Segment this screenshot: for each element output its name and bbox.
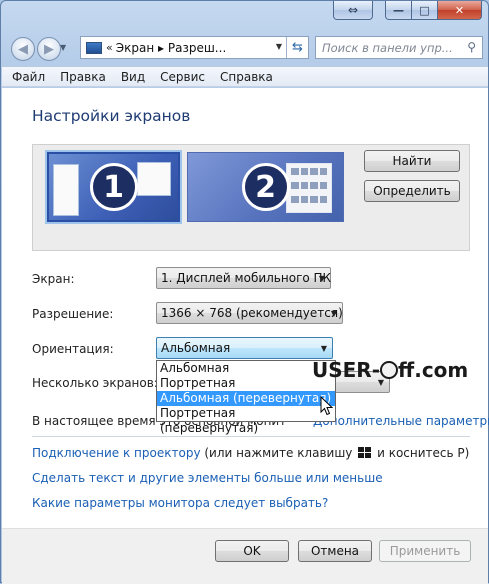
orientation-select-value: Альбомная: [161, 341, 231, 355]
orientation-option-portrait[interactable]: Портретная: [157, 376, 335, 391]
identify-button[interactable]: Определить: [364, 180, 460, 202]
breadcrumb-separator-icon: ▸: [158, 40, 168, 55]
chevron-down-icon: ▼: [320, 344, 327, 353]
which-params-link[interactable]: Какие параметры монитора следует выбрать…: [32, 496, 328, 510]
search-placeholder: Поиск в панели упр...: [322, 40, 453, 55]
menu-edit[interactable]: Правка: [60, 70, 106, 84]
main-content: Настройки экранов 1 2 Найти Определить Э…: [2, 88, 489, 584]
monitor-1-thumbnail[interactable]: 1: [45, 150, 182, 224]
breadcrumb-item-screen[interactable]: Экран: [116, 41, 154, 55]
orientation-label: Ориентация:: [32, 342, 114, 356]
projector-line: Подключение к проектору (или нажмите кла…: [32, 446, 469, 460]
watermark-logo-icon: [380, 361, 399, 379]
projector-link[interactable]: Подключение к проектору: [32, 446, 201, 460]
mini-window-left: [53, 164, 79, 216]
back-button[interactable]: ◀: [11, 37, 35, 61]
breadcrumb: Экран ▸ Разреш...: [116, 41, 227, 55]
orientation-option-portrait-flipped[interactable]: Портретная (перевернутая): [157, 406, 335, 435]
resolution-select[interactable]: 1366 × 768 (рекомендуется) ▼: [156, 302, 343, 324]
screen-select-value: 1. Дисплей мобильного ПК: [161, 271, 332, 285]
forward-button[interactable]: ▶: [37, 37, 61, 61]
projector-hint-end: и коснитесь P): [377, 446, 470, 460]
resolution-label: Разрешение:: [32, 307, 114, 321]
watermark: USER-ff.com: [312, 358, 468, 382]
control-panel-icon: [86, 41, 102, 54]
breadcrumb-item-resolution[interactable]: Разреш...: [168, 41, 226, 55]
watermark-text-1: USER-: [312, 358, 381, 382]
monitor-1-number: 1: [89, 163, 138, 211]
search-icon[interactable]: ⚲: [467, 40, 476, 54]
mouse-cursor-icon: [320, 396, 334, 416]
close-button[interactable]: ✕: [438, 1, 482, 20]
window-controls: — □ ✕: [385, 1, 482, 20]
menu-bar: Файл Правка Вид Сервис Справка: [2, 66, 488, 87]
refresh-icon[interactable]: ⇆: [286, 37, 308, 58]
maximize-button[interactable]: □: [412, 1, 438, 20]
ok-button[interactable]: OK: [215, 540, 289, 562]
advanced-settings-link[interactable]: Дополнительные параметры: [313, 414, 489, 428]
minimize-button[interactable]: —: [385, 1, 412, 20]
resolution-select-value: 1366 × 768 (рекомендуется): [161, 306, 343, 320]
back-arrow-icon: ◀: [18, 41, 28, 57]
address-bar[interactable]: « Экран ▸ Разреш... ▼ ⇆: [80, 36, 309, 59]
orientation-option-landscape-flipped[interactable]: Альбомная (перевернутая): [157, 391, 335, 406]
apply-button[interactable]: Применить: [379, 540, 471, 562]
forward-arrow-icon: ▶: [44, 41, 54, 57]
detect-button[interactable]: Найти: [364, 150, 460, 172]
projector-hint-start: (или нажмите клавишу: [204, 446, 353, 460]
restore-down-icon[interactable]: ⇔: [333, 1, 373, 20]
monitor-2-thumbnail[interactable]: 2: [187, 152, 344, 222]
menu-help[interactable]: Справка: [220, 70, 273, 84]
orientation-dropdown-list: Альбомная Портретная Альбомная (переверн…: [156, 360, 336, 435]
monitor-2-number: 2: [241, 163, 290, 211]
watermark-text-2: ff.com: [398, 358, 469, 382]
text-size-link[interactable]: Сделать текст и другие элементы больше и…: [32, 471, 383, 485]
divider: [32, 436, 470, 437]
orientation-select[interactable]: Альбомная ▼: [156, 337, 333, 359]
cancel-button[interactable]: Отмена: [298, 540, 372, 562]
windows-key-icon: [358, 447, 372, 459]
search-input[interactable]: Поиск в панели упр... ⚲: [315, 36, 483, 59]
screen-label: Экран:: [32, 272, 75, 286]
menu-view[interactable]: Вид: [121, 70, 145, 84]
mini-window-right: [137, 162, 171, 196]
menu-tools[interactable]: Сервис: [160, 70, 205, 84]
breadcrumb-overflow-icon[interactable]: «: [106, 41, 113, 54]
chevron-down-icon: ▼: [318, 274, 325, 283]
orientation-option-landscape[interactable]: Альбомная: [157, 361, 335, 376]
screen-select[interactable]: 1. Дисплей мобильного ПК ▼: [156, 267, 331, 289]
recent-pages-dropdown-icon[interactable]: ▼: [60, 43, 66, 52]
mini-app-grid: [286, 163, 332, 213]
address-dropdown-icon[interactable]: ▼: [276, 42, 282, 51]
multiple-screens-label: Несколько экранов:: [32, 376, 158, 390]
control-panel-window: ⇔ — □ ✕ ◀ ▶ ▼ « Экран ▸ Разреш... ▼ ⇆ По…: [0, 0, 489, 584]
menu-file[interactable]: Файл: [12, 70, 45, 84]
page-title: Настройки экранов: [32, 107, 191, 125]
chevron-down-icon: ▼: [330, 309, 337, 318]
